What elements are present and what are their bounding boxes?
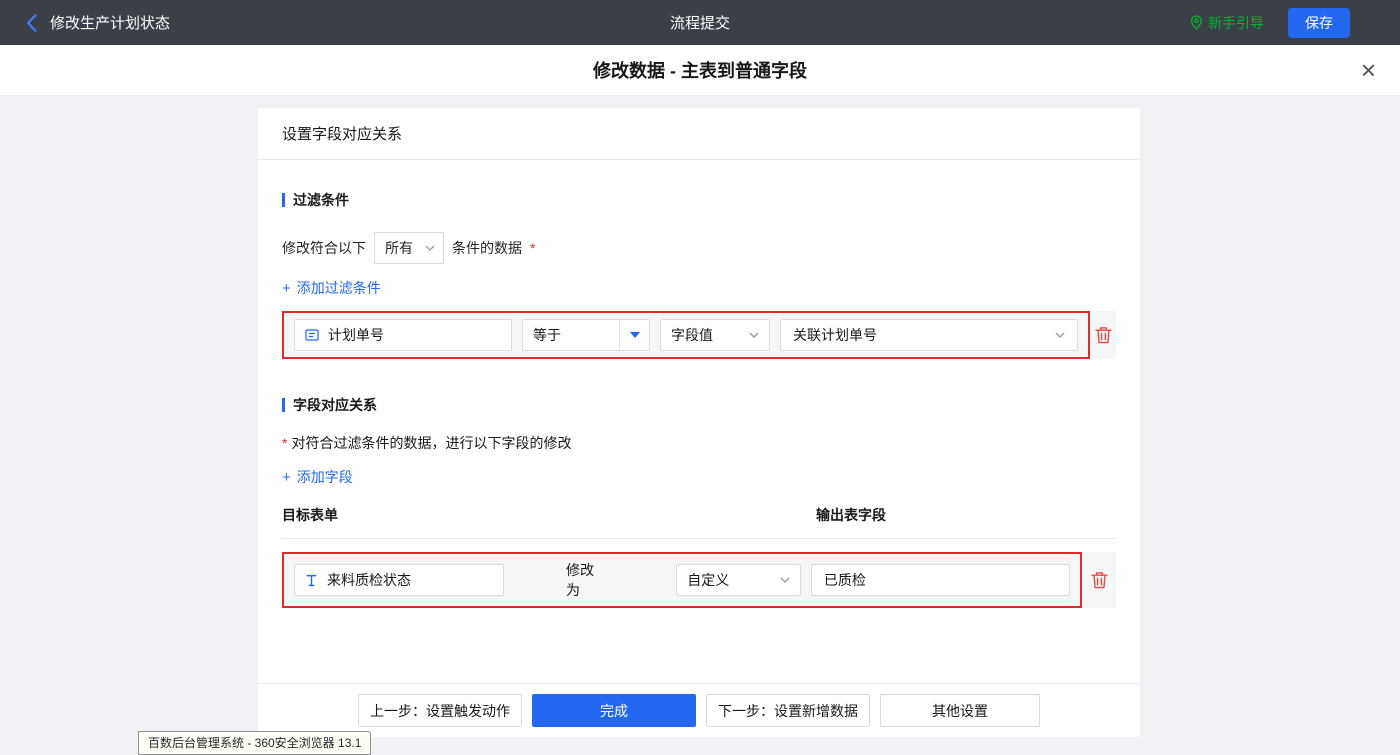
operator-caret-box[interactable] [619,320,649,350]
chevron-down-icon [780,577,790,583]
section-bar-icon [282,398,285,412]
condition-value-type-select[interactable]: 字段值 [660,319,770,351]
condition-value-select[interactable]: 关联计划单号 [780,319,1078,351]
match-type-select[interactable]: 所有 [374,232,444,264]
dialog-body: 设置字段对应关系 过滤条件 修改符合以下 所有 条件的数据 * + 添加过滤条件 [0,95,1400,755]
browser-status-tooltip: 百数后台管理系统 - 360安全浏览器 13.1 [138,731,371,755]
plus-icon: + [282,281,291,296]
modify-to-label: 修改为 [566,560,606,600]
custom-value-input[interactable]: 已质检 [811,564,1070,596]
match-prefix-text: 修改符合以下 [282,238,366,258]
guide-link[interactable]: 新手引导 [1190,13,1264,33]
add-field-label: 添加字段 [297,467,353,487]
chevron-down-icon [1055,332,1065,338]
save-button[interactable]: 保存 [1288,8,1350,38]
trash-icon [1091,571,1108,589]
trash-icon [1095,326,1112,344]
mapping-description-text: 对符合过滤条件的数据，进行以下字段的修改 [291,433,571,453]
condition-operator-select[interactable]: 等于 [522,319,650,351]
prev-step-button[interactable]: 上一步：设置触发动作 [358,694,522,727]
location-pin-icon [1190,15,1203,30]
target-form-header: 目标表单 [282,505,816,525]
next-step-button[interactable]: 下一步：设置新增数据 [706,694,870,727]
card-header-title: 设置字段对应关系 [258,108,1140,160]
back-icon[interactable] [26,14,37,32]
delete-condition-button[interactable] [1090,326,1116,344]
match-type-value: 所有 [385,238,413,258]
plus-icon: + [282,470,291,485]
filter-condition-row: 计划单号 等于 字段值 关联计划单号 [282,311,1116,359]
field-mapping-highlight: 来料质检状态 修改为 自定义 已质检 [282,552,1082,608]
match-suffix-text: 条件的数据 [452,238,522,258]
condition-value-type-value: 字段值 [671,325,713,345]
guide-label: 新手引导 [1208,13,1264,33]
mapping-description-line: * 对符合过滤条件的数据，进行以下字段的修改 [282,433,1116,453]
other-settings-button[interactable]: 其他设置 [880,694,1040,727]
custom-value-text: 已质检 [824,570,866,590]
text-field-icon [305,574,318,587]
topbar-right: 新手引导 保存 [1190,8,1350,38]
mapping-column-headers: 目标表单 输出表字段 [282,505,1116,539]
topbar-center-title: 流程提交 [670,12,730,33]
match-condition-line: 修改符合以下 所有 条件的数据 * [282,232,1116,264]
dialog-title: 修改数据 - 主表到普通字段 [593,57,807,83]
required-mark: * [530,240,535,256]
condition-field-input[interactable]: 计划单号 [294,319,512,351]
dialog-header: 修改数据 - 主表到普通字段 × [0,45,1400,95]
topbar: 修改生产计划状态 流程提交 新手引导 保存 [0,0,1400,45]
delete-field-button[interactable] [1082,571,1116,589]
required-mark: * [282,435,287,451]
target-field-value: 来料质检状态 [327,570,411,590]
page-title: 修改生产计划状态 [50,12,170,33]
filter-condition-highlight: 计划单号 等于 字段值 关联计划单号 [282,311,1090,359]
filter-section-title: 过滤条件 [282,190,1116,210]
add-field-link[interactable]: + 添加字段 [282,467,353,487]
card-body: 过滤条件 修改符合以下 所有 条件的数据 * + 添加过滤条件 [258,160,1140,683]
condition-field-value: 计划单号 [328,325,384,345]
condition-operator-value: 等于 [533,325,561,345]
caret-down-icon [630,332,640,338]
chevron-down-icon [749,332,759,338]
value-type-value: 自定义 [687,570,729,590]
settings-card: 设置字段对应关系 过滤条件 修改符合以下 所有 条件的数据 * + 添加过滤条件 [258,108,1140,737]
add-filter-condition-label: 添加过滤条件 [297,278,381,298]
section-bar-icon [282,193,285,207]
filter-section-label: 过滤条件 [293,190,349,210]
finish-button[interactable]: 完成 [532,694,696,727]
mapping-section-label: 字段对应关系 [293,395,377,415]
value-type-select[interactable]: 自定义 [676,564,801,596]
mapping-section-title: 字段对应关系 [282,395,1116,415]
close-icon[interactable]: × [1361,57,1376,83]
field-mapping-row: 来料质检状态 修改为 自定义 已质检 [282,552,1116,608]
add-filter-condition-link[interactable]: + 添加过滤条件 [282,278,381,298]
output-field-header: 输出表字段 [816,505,886,525]
card-footer: 上一步：设置触发动作 完成 下一步：设置新增数据 其他设置 [258,683,1140,737]
form-field-icon [305,328,319,342]
condition-value-value: 关联计划单号 [793,325,877,345]
target-field-input[interactable]: 来料质检状态 [294,564,504,596]
chevron-down-icon [425,245,435,251]
